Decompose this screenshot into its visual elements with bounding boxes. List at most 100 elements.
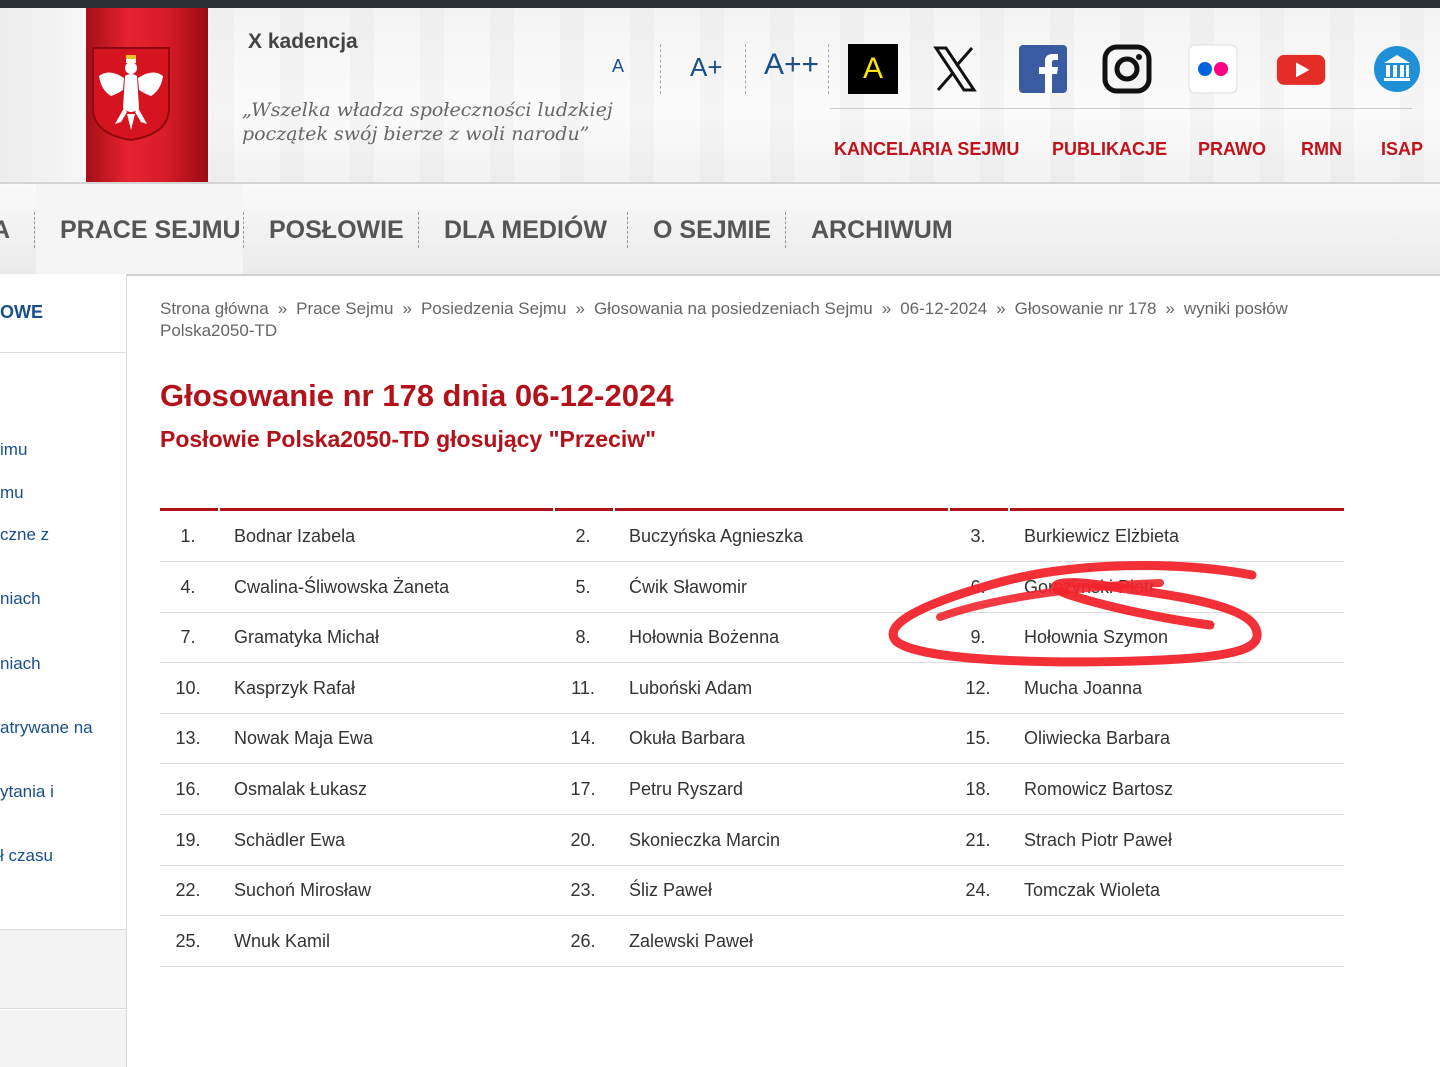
- breadcrumb-home[interactable]: Strona główna: [160, 299, 269, 318]
- nav-item-o-sejmie[interactable]: O SEJMIE: [653, 216, 771, 245]
- voter-number: 6.: [970, 576, 986, 597]
- breadcrumb-posiedzenia[interactable]: Posiedzenia Sejmu: [421, 299, 567, 318]
- voter-number: 24.: [965, 880, 991, 901]
- voter-name-link[interactable]: Strach Piotr Paweł: [1024, 830, 1172, 851]
- voter-number: 22.: [175, 880, 201, 901]
- main-nav: A PRACE SEJMU POSŁOWIE DLA MEDIÓW O SEJM…: [0, 182, 1440, 276]
- voter-name-link[interactable]: Hołownia Szymon: [1024, 627, 1168, 648]
- nav-item-prace-sejmu[interactable]: PRACE SEJMU: [60, 216, 241, 245]
- polish-eagle-emblem-icon[interactable]: [91, 46, 171, 142]
- font-size-normal-button[interactable]: A: [612, 56, 624, 77]
- voter-name-link[interactable]: Suchoń Mirosław: [234, 880, 371, 901]
- site-header: X kadencja „Wszelka władza społeczności …: [0, 8, 1440, 182]
- motto: „Wszelka władza społeczności ludzkiej po…: [242, 99, 613, 145]
- sidebar-item[interactable]: ł czasu: [0, 846, 53, 866]
- youtube-icon[interactable]: [1276, 44, 1326, 94]
- voter-name-link[interactable]: Hołownia Bożenna: [629, 627, 779, 648]
- voter-name-link[interactable]: Oliwiecka Barbara: [1024, 728, 1170, 749]
- nav-item-partial[interactable]: A: [0, 216, 10, 245]
- facebook-icon[interactable]: [1018, 44, 1068, 94]
- voter-number: 23.: [570, 880, 596, 901]
- sidebar-item[interactable]: niach: [0, 589, 41, 609]
- voter-name-link[interactable]: Ćwik Sławomir: [629, 577, 747, 598]
- table-row: 25. Wnuk Kamil 26. Zalewski Paweł: [160, 916, 1344, 967]
- sidebar-item[interactable]: ytania i: [0, 782, 54, 802]
- sidebar-item[interactable]: niach: [0, 654, 41, 674]
- voter-number: 16.: [175, 779, 201, 799]
- sidebar: OWE imu mu czne z niach niach atrywane n…: [0, 274, 127, 1067]
- sidebar-block: [0, 929, 126, 1009]
- table-row: 10. Kasprzyk Rafał 11. Luboński Adam 12. Much…: [160, 663, 1344, 714]
- breadcrumb-glosowania[interactable]: Głosowania na posiedzeniach Sejmu: [594, 299, 873, 318]
- voter-name-link[interactable]: Kasprzyk Rafał: [234, 678, 355, 699]
- table-row: 1. Bodnar Izabela 2. Buczyńska Agnieszka 3. B…: [160, 511, 1344, 562]
- institution-icon[interactable]: [1372, 44, 1422, 94]
- voter-name-link[interactable]: Mucha Joanna: [1024, 678, 1142, 699]
- voter-name-link[interactable]: Wnuk Kamil: [234, 931, 330, 952]
- page-subtitle: Posłowie Polska2050-TD głosujący "Przeci…: [160, 426, 657, 452]
- voter-name-link[interactable]: Petru Ryszard: [629, 779, 743, 800]
- sidebar-item[interactable]: mu: [0, 483, 24, 503]
- voter-number: 13.: [175, 728, 201, 749]
- breadcrumb-vote[interactable]: Głosowanie nr 178: [1015, 299, 1157, 318]
- voter-name-link[interactable]: Bodnar Izabela: [234, 526, 355, 547]
- voter-number: 1.: [180, 526, 196, 546]
- voter-name-link[interactable]: Okuła Barbara: [629, 728, 745, 749]
- nav-item-archiwum[interactable]: ARCHIWUM: [811, 216, 953, 245]
- voter-number: 21.: [965, 829, 991, 850]
- toplink-publikacje[interactable]: PUBLIKACJE: [1052, 139, 1167, 160]
- voter-name-link[interactable]: Gorczyński Piotr: [1024, 577, 1155, 598]
- toplink-prawo[interactable]: PRAWO: [1198, 139, 1266, 160]
- instagram-icon[interactable]: [1102, 44, 1152, 94]
- flickr-icon[interactable]: [1188, 44, 1238, 94]
- voter-number: 15.: [965, 728, 991, 749]
- voter-name-link[interactable]: Luboński Adam: [629, 678, 752, 699]
- term-label: X kadencja: [248, 30, 358, 53]
- voter-name-link[interactable]: Tomczak Wioleta: [1024, 880, 1160, 901]
- nav-item-dla-mediow[interactable]: DLA MEDIÓW: [444, 216, 607, 245]
- page-title: Głosowanie nr 178 dnia 06-12-2024: [160, 378, 674, 413]
- table-row: 4. Cwalina-Śliwowska Żaneta 5. Ćwik Sławomi…: [160, 562, 1344, 613]
- toplink-rmn[interactable]: RMN: [1301, 139, 1342, 160]
- sidebar-item[interactable]: atrywane na: [0, 718, 93, 738]
- high-contrast-button[interactable]: A: [848, 44, 898, 94]
- breadcrumb: Strona główna» Prace Sejmu» Posiedzenia Se…: [160, 299, 1288, 340]
- voter-name-link[interactable]: Cwalina-Śliwowska Żaneta: [234, 577, 449, 598]
- toplink-kancelaria[interactable]: KANCELARIA SEJMU: [834, 139, 1019, 160]
- voter-name-link[interactable]: Skonieczka Marcin: [629, 830, 780, 851]
- voter-name-link[interactable]: Zalewski Paweł: [629, 931, 753, 952]
- voter-number: 9.: [970, 627, 986, 648]
- voter-number: 10.: [175, 677, 201, 698]
- sidebar-block: [0, 1010, 126, 1067]
- voter-number: 2.: [575, 526, 591, 546]
- breadcrumb-prace-sejmu[interactable]: Prace Sejmu: [296, 299, 393, 318]
- voter-name-link[interactable]: Schädler Ewa: [234, 830, 345, 851]
- x-icon[interactable]: [930, 44, 980, 94]
- sidebar-item[interactable]: czne z: [0, 525, 49, 545]
- voter-number: 5.: [575, 576, 591, 597]
- voter-name-link[interactable]: Burkiewicz Elżbieta: [1024, 526, 1179, 547]
- nav-item-poslowie[interactable]: POSŁOWIE: [269, 216, 404, 245]
- breadcrumb-date[interactable]: 06-12-2024: [900, 299, 987, 318]
- sidebar-item[interactable]: imu: [0, 440, 27, 460]
- toplink-isap[interactable]: ISAP: [1381, 139, 1423, 160]
- font-size-xlarge-button[interactable]: A++: [764, 48, 819, 82]
- voter-number: 20.: [570, 829, 596, 850]
- sidebar-heading[interactable]: OWE: [0, 274, 126, 353]
- font-size-large-button[interactable]: A+: [690, 52, 723, 83]
- voter-number: 12.: [965, 677, 991, 698]
- voter-name-link[interactable]: Gramatyka Michał: [234, 627, 379, 648]
- voter-number: 19.: [175, 829, 201, 850]
- voter-name-link[interactable]: Śliz Paweł: [629, 880, 712, 901]
- voter-number: 25.: [175, 930, 201, 951]
- voter-name-link[interactable]: Buczyńska Agnieszka: [629, 526, 803, 547]
- voters-table: 1. Bodnar Izabela 2. Buczyńska Agnieszka 3. B…: [160, 508, 1344, 967]
- voter-number: 7.: [180, 627, 196, 648]
- voter-number: 26.: [570, 930, 596, 951]
- table-row: 7. Gramatyka Michał 8. Hołownia Bożenna 9. Ho…: [160, 612, 1344, 664]
- voter-name-link[interactable]: Romowicz Bartosz: [1024, 779, 1173, 800]
- voter-name-link[interactable]: Nowak Maja Ewa: [234, 728, 373, 749]
- table-row: 13. Nowak Maja Ewa 14. Okuła Barbara 15. Oliw…: [160, 713, 1344, 765]
- voter-name-link[interactable]: Osmalak Łukasz: [234, 779, 367, 800]
- voter-number: 18.: [965, 779, 991, 799]
